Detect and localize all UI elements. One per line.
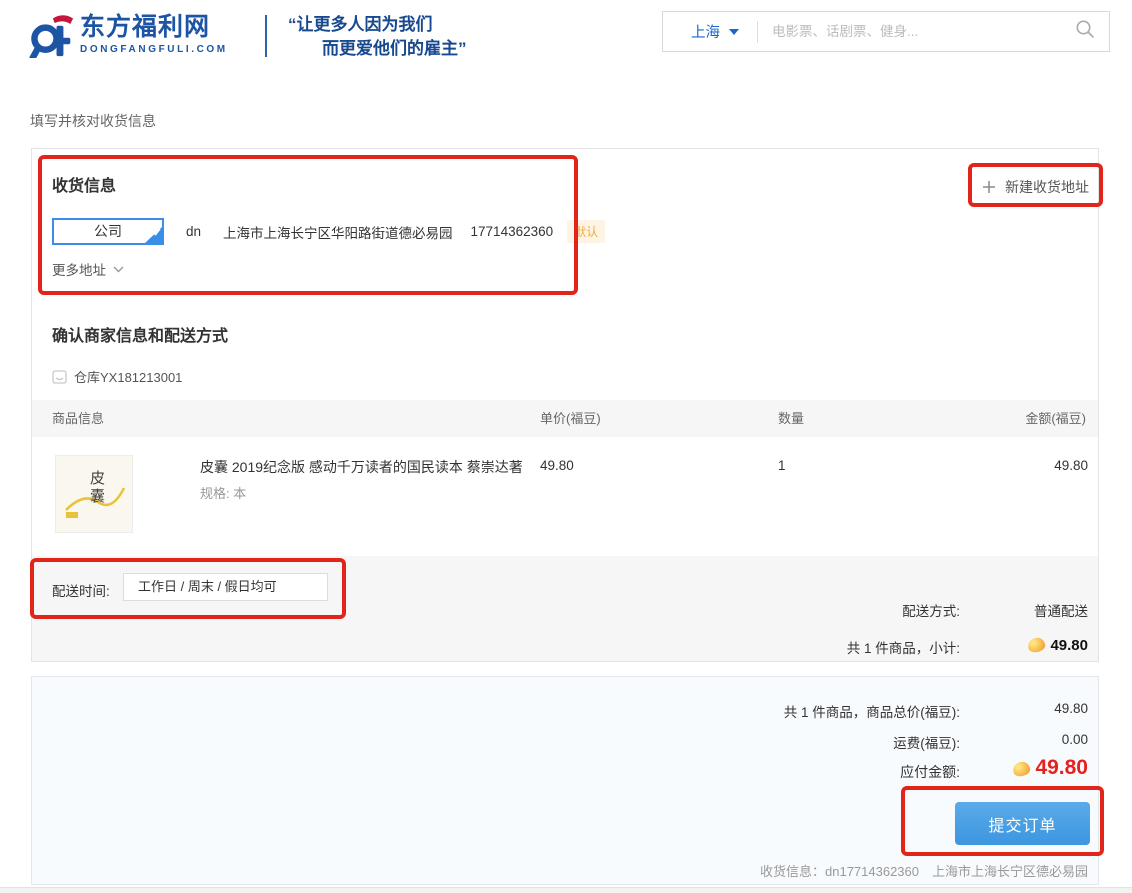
brand-slogan: “让更多人因为我们 而更爱他们的雇主” xyxy=(288,13,467,61)
receiver-info: 收货信息：dn17714362360 上海市上海长宁区德必易园 xyxy=(600,861,1088,880)
search-icon[interactable] xyxy=(1075,19,1095,44)
brand-wordmark[interactable]: 东方福利网 DONGFANGFULI.COM xyxy=(80,13,228,55)
recipient-phone: 17714362360 xyxy=(471,224,554,239)
subtotal-value: 49.80 xyxy=(1050,637,1088,654)
search-bar: 上海 xyxy=(662,11,1110,52)
search-input[interactable] xyxy=(758,24,1075,39)
shop-icon xyxy=(52,370,67,384)
bean-icon xyxy=(1012,760,1032,778)
slogan-line2: 而更爱他们的雇主” xyxy=(288,37,467,61)
header-divider xyxy=(265,15,267,57)
default-badge: 默认 xyxy=(567,220,605,243)
city-label: 上海 xyxy=(691,21,720,42)
page-footer-strip xyxy=(0,887,1132,893)
payable-value-wrap: 49.80 xyxy=(930,756,1088,780)
freight-label: 运费(福豆): xyxy=(700,732,960,752)
submit-order-button[interactable]: 提交订单 xyxy=(955,802,1090,845)
product-quantity: 1 xyxy=(778,458,786,473)
payable-label: 应付金额: xyxy=(700,762,960,782)
product-unit-price: 49.80 xyxy=(540,458,574,473)
plus-icon xyxy=(982,180,996,194)
delivery-time-select[interactable]: 工作日 / 周末 / 假日均可 xyxy=(123,573,328,601)
brand-logo-icon[interactable] xyxy=(28,12,74,58)
city-selector[interactable]: 上海 xyxy=(691,21,739,42)
col-amount: 金额(福豆) xyxy=(1025,400,1086,437)
shipping-section-title: 收货信息 xyxy=(52,172,116,196)
product-title[interactable]: 皮囊 2019纪念版 感动千万读者的国民读本 蔡崇达著 xyxy=(200,457,540,477)
book-cover-title: 皮囊 xyxy=(86,470,107,506)
recipient-address: 上海市上海长宁区华阳路街道德必易园 xyxy=(223,222,453,242)
subtotal-value-wrap: 49.80 xyxy=(930,637,1088,654)
more-addresses-label: 更多地址 xyxy=(52,259,106,279)
brand-name-en: DONGFANGFULI.COM xyxy=(80,44,228,55)
check-icon xyxy=(152,220,161,243)
page-title: 填写并核对收货信息 xyxy=(30,111,156,131)
slogan-line1: “让更多人因为我们 xyxy=(288,13,467,37)
total-value: 49.80 xyxy=(930,701,1088,716)
col-product-info: 商品信息 xyxy=(52,400,104,437)
col-unit-price: 单价(福豆) xyxy=(540,400,601,437)
checkout-page: 东方福利网 DONGFANGFULI.COM “让更多人因为我们 而更爱他们的雇… xyxy=(0,0,1132,893)
product-table-header: 商品信息 单价(福豆) 数量 金额(福豆) xyxy=(32,400,1098,437)
delivery-method-value: 普通配送 xyxy=(930,600,1088,620)
delivery-method-label: 配送方式: xyxy=(700,600,960,620)
bean-icon xyxy=(1027,636,1047,654)
freight-value: 0.00 xyxy=(930,732,1088,747)
address-tag-company[interactable]: 公司 xyxy=(52,218,164,245)
col-quantity: 数量 xyxy=(778,400,804,437)
product-spec: 规格: 本 xyxy=(200,483,246,502)
more-addresses-toggle[interactable]: 更多地址 xyxy=(52,259,124,279)
payable-value: 49.80 xyxy=(1035,756,1088,779)
new-address-button[interactable]: 新建收货地址 xyxy=(982,177,1089,197)
chevron-down-icon xyxy=(729,29,739,35)
address-tag-label: 公司 xyxy=(94,223,122,239)
address-row: 公司 dn 上海市上海长宁区华阳路街道德必易园 17714362360 默认 xyxy=(52,218,605,245)
warehouse-row: 仓库YX181213001 xyxy=(52,367,182,386)
subtotal-label: 共 1 件商品，小计: xyxy=(700,637,960,657)
merchant-section-title: 确认商家信息和配送方式 xyxy=(52,322,228,346)
warehouse-label: 仓库YX181213001 xyxy=(74,367,182,386)
recipient-name: dn xyxy=(186,224,201,239)
delivery-time-label: 配送时间: xyxy=(52,580,110,600)
total-label: 共 1 件商品，商品总价(福豆): xyxy=(700,701,960,721)
product-thumbnail[interactable]: 皮囊 xyxy=(55,455,133,533)
chevron-down-icon xyxy=(113,266,124,273)
product-amount: 49.80 xyxy=(960,458,1088,473)
new-address-label: 新建收货地址 xyxy=(1005,177,1089,197)
brand-name-cn: 东方福利网 xyxy=(80,13,228,41)
